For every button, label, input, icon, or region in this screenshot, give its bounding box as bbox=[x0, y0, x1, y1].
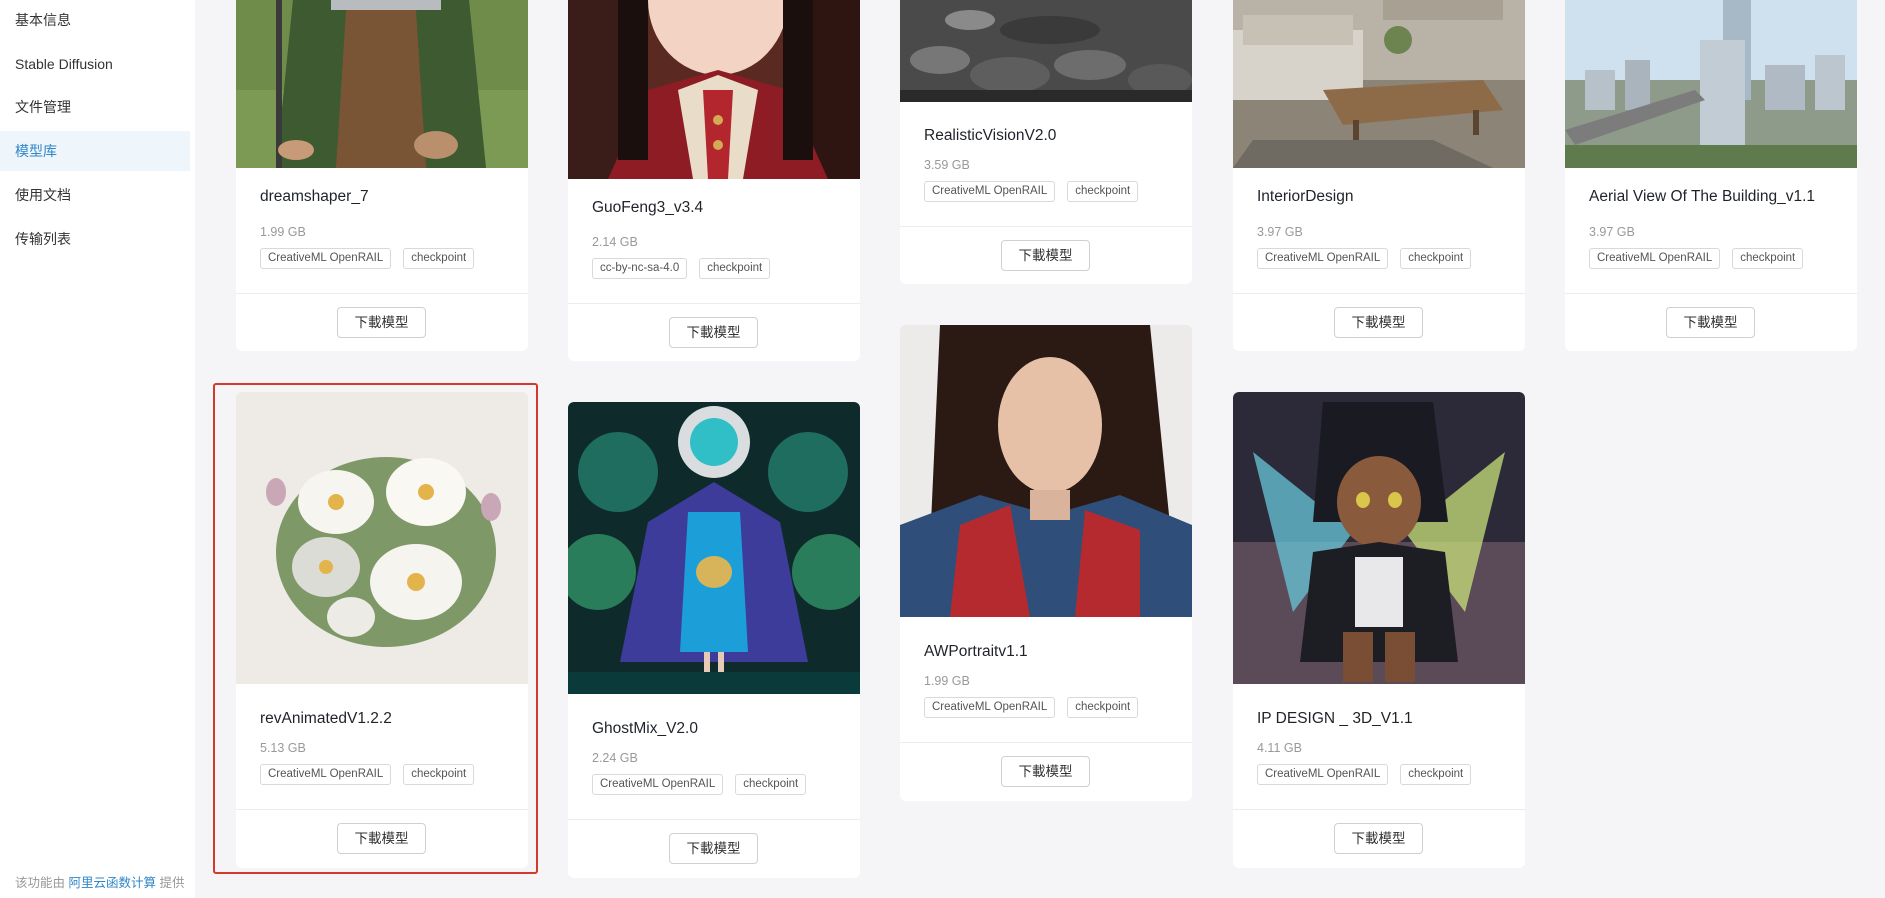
model-name: dreamshaper_7 bbox=[260, 188, 369, 205]
model-thumbnail bbox=[1565, 0, 1857, 168]
model-card: RealisticVisionV2.0 3.59 GB CreativeML O… bbox=[900, 0, 1192, 284]
model-thumbnail bbox=[568, 402, 860, 694]
type-tag: checkpoint bbox=[1067, 181, 1139, 202]
model-size: 3.97 GB bbox=[1589, 225, 1635, 239]
model-size: 3.97 GB bbox=[1257, 225, 1303, 239]
license-tag: CreativeML OpenRAIL bbox=[1589, 248, 1721, 269]
sidebar-item-stable-diffusion[interactable]: Stable Diffusion bbox=[0, 44, 190, 84]
license-tag: cc-by-nc-sa-4.0 bbox=[592, 258, 688, 279]
model-card: InteriorDesign 3.97 GB CreativeML OpenRA… bbox=[1233, 0, 1525, 351]
model-thumbnail bbox=[900, 0, 1192, 102]
license-tag: CreativeML OpenRAIL bbox=[260, 248, 392, 269]
type-tag: checkpoint bbox=[403, 248, 475, 269]
divider bbox=[568, 819, 860, 820]
license-tag: CreativeML OpenRAIL bbox=[1257, 764, 1389, 785]
model-name: Aerial View Of The Building_v1.1 bbox=[1589, 188, 1816, 205]
model-size: 1.99 GB bbox=[924, 674, 970, 688]
divider bbox=[1233, 293, 1525, 294]
download-button[interactable]: 下載模型 bbox=[1001, 240, 1090, 271]
model-name: AWPortraitv1.1 bbox=[924, 643, 1028, 660]
footer-link[interactable]: 阿里云函数计算 bbox=[69, 876, 157, 890]
divider bbox=[900, 226, 1192, 227]
model-size: 2.24 GB bbox=[592, 751, 638, 765]
sidebar-footer: 该功能由 阿里云函数计算 提供 bbox=[15, 872, 185, 898]
model-card: GhostMix_V2.0 2.24 GB CreativeML OpenRAI… bbox=[568, 402, 860, 878]
model-thumbnail bbox=[568, 0, 860, 179]
model-thumbnail bbox=[900, 325, 1192, 617]
type-tag: checkpoint bbox=[1732, 248, 1804, 269]
model-card: IP DESIGN _ 3D_V1.1 4.11 GB CreativeML O… bbox=[1233, 392, 1525, 868]
model-size: 3.59 GB bbox=[924, 158, 970, 172]
divider bbox=[568, 303, 860, 304]
type-tag: checkpoint bbox=[735, 774, 807, 795]
download-button[interactable]: 下載模型 bbox=[1001, 756, 1090, 787]
divider bbox=[1233, 809, 1525, 810]
model-thumbnail bbox=[236, 0, 528, 168]
model-thumbnail bbox=[1233, 0, 1525, 168]
model-card: Aerial View Of The Building_v1.1 3.97 GB… bbox=[1565, 0, 1857, 351]
model-name: IP DESIGN _ 3D_V1.1 bbox=[1257, 710, 1413, 727]
download-button[interactable]: 下載模型 bbox=[337, 307, 426, 338]
model-size: 4.11 GB bbox=[1257, 741, 1302, 755]
type-tag: checkpoint bbox=[1400, 248, 1472, 269]
download-button[interactable]: 下載模型 bbox=[1334, 823, 1423, 854]
download-button[interactable]: 下載模型 bbox=[1334, 307, 1423, 338]
license-tag: CreativeML OpenRAIL bbox=[924, 697, 1056, 718]
model-thumbnail bbox=[1233, 392, 1525, 684]
sidebar-item-model-library[interactable]: 模型库 bbox=[0, 131, 190, 171]
download-button[interactable]: 下載模型 bbox=[669, 833, 758, 864]
model-name: GuoFeng3_v3.4 bbox=[592, 199, 704, 216]
model-card: AWPortraitv1.1 1.99 GB CreativeML OpenRA… bbox=[900, 325, 1192, 801]
type-tag: checkpoint bbox=[699, 258, 771, 279]
sidebar-item-basic-info[interactable]: 基本信息 bbox=[0, 0, 190, 40]
sidebar-item-file-management[interactable]: 文件管理 bbox=[0, 87, 190, 127]
model-size: 1.99 GB bbox=[260, 225, 306, 239]
divider bbox=[1565, 293, 1857, 294]
model-card: GuoFeng3_v3.4 2.14 GB cc-by-nc-sa-4.0 ch… bbox=[568, 0, 860, 361]
type-tag: checkpoint bbox=[1067, 697, 1139, 718]
license-tag: CreativeML OpenRAIL bbox=[924, 181, 1056, 202]
model-card: dreamshaper_7 1.99 GB CreativeML OpenRAI… bbox=[236, 0, 528, 351]
divider bbox=[900, 742, 1192, 743]
selection-highlight bbox=[213, 383, 538, 874]
sidebar: 基本信息 Stable Diffusion 文件管理 模型库 使用文档 传输列表… bbox=[0, 0, 195, 898]
sidebar-item-transfer-list[interactable]: 传输列表 bbox=[0, 219, 190, 259]
license-tag: CreativeML OpenRAIL bbox=[592, 774, 724, 795]
model-name: GhostMix_V2.0 bbox=[592, 720, 698, 737]
footer-suffix: 提供 bbox=[159, 876, 185, 890]
license-tag: CreativeML OpenRAIL bbox=[1257, 248, 1389, 269]
download-button[interactable]: 下載模型 bbox=[1666, 307, 1755, 338]
download-button[interactable]: 下載模型 bbox=[669, 317, 758, 348]
divider bbox=[236, 293, 528, 294]
model-name: RealisticVisionV2.0 bbox=[924, 127, 1057, 144]
sidebar-item-docs[interactable]: 使用文档 bbox=[0, 175, 190, 215]
footer-prefix: 该功能由 bbox=[15, 876, 66, 890]
model-size: 2.14 GB bbox=[592, 235, 638, 249]
model-name: InteriorDesign bbox=[1257, 188, 1354, 205]
type-tag: checkpoint bbox=[1400, 764, 1472, 785]
